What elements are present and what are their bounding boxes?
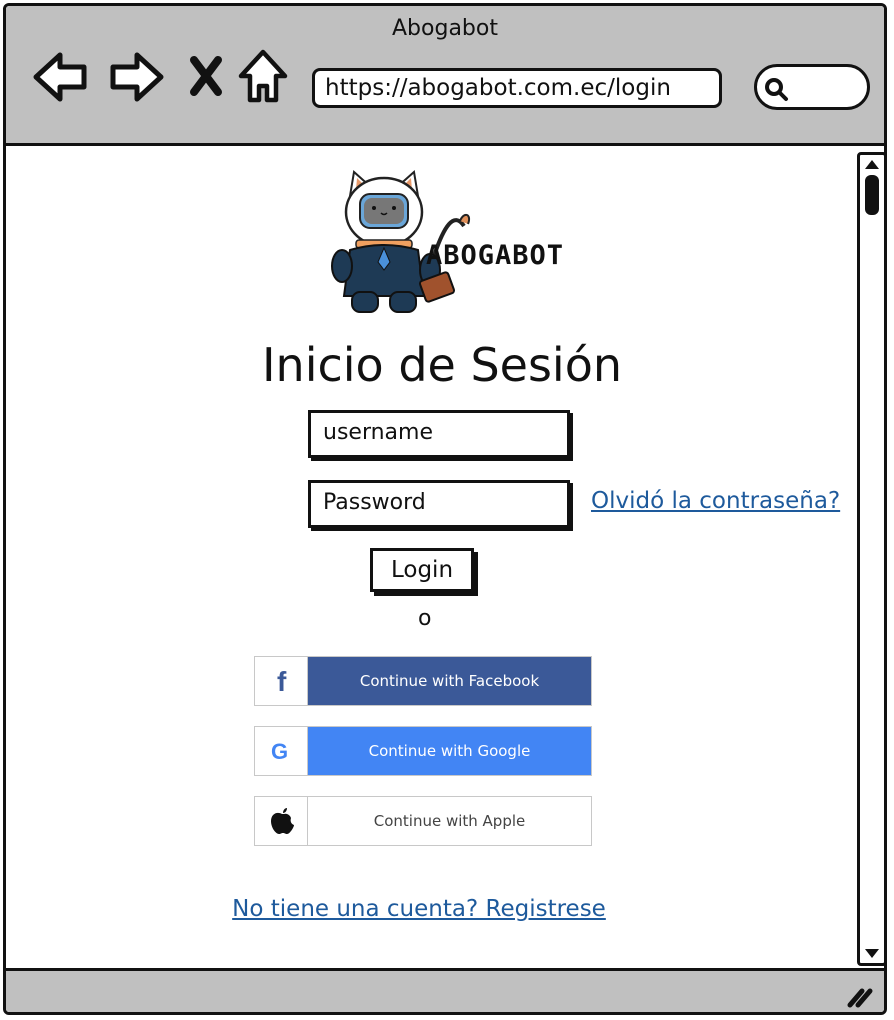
apple-icon (255, 797, 308, 845)
home-button[interactable] (237, 48, 289, 110)
scroll-down-icon[interactable] (860, 943, 884, 963)
arrow-right-icon (110, 52, 164, 102)
apple-button-label: Continue with Apple (308, 797, 591, 845)
login-button[interactable]: Login (370, 548, 474, 592)
register-link[interactable]: No tiene una cuenta? Registrese (6, 896, 832, 922)
search-box[interactable] (754, 64, 870, 110)
resize-handle-icon[interactable] (844, 983, 874, 1009)
username-input[interactable]: username (308, 410, 570, 458)
home-icon (238, 49, 288, 103)
logo-text: ABOGABOT (426, 240, 565, 271)
status-bar (6, 968, 884, 1012)
google-login-button[interactable]: G Continue with Google (254, 726, 592, 776)
google-icon: G (255, 727, 308, 775)
svg-text:G: G (271, 739, 288, 764)
facebook-button-label: Continue with Facebook (308, 657, 591, 705)
svg-text:f: f (277, 666, 287, 697)
back-button[interactable] (32, 50, 92, 108)
apple-login-button[interactable]: Continue with Apple (254, 796, 592, 846)
address-bar[interactable]: https://abogabot.com.ec/login (312, 68, 722, 108)
search-icon (765, 78, 788, 101)
abogabot-logo: ABOGABOT (326, 166, 576, 316)
browser-toolbar: Abogabot https://abogabot.com.ec/login (6, 6, 884, 146)
google-button-label: Continue with Google (308, 727, 591, 775)
forward-button[interactable] (107, 50, 167, 108)
password-input[interactable]: Password (308, 480, 570, 528)
browser-window: Abogabot https://abogabot.com.ec/login A… (3, 3, 887, 1015)
scroll-up-icon[interactable] (860, 155, 884, 175)
vertical-scrollbar[interactable] (857, 152, 884, 966)
page-title: Inicio de Sesión (261, 338, 622, 392)
facebook-login-button[interactable]: f Continue with Facebook (254, 656, 592, 706)
arrow-left-icon (33, 52, 87, 102)
stop-button[interactable] (186, 54, 226, 102)
window-title: Abogabot (392, 16, 498, 41)
facebook-icon: f (255, 657, 308, 705)
page-content: ABOGABOT Inicio de Sesión username Passw… (6, 146, 884, 968)
forgot-password-link[interactable]: Olvidó la contraseña? (591, 488, 840, 514)
separator-text: o (418, 606, 432, 631)
close-icon (190, 56, 222, 96)
scroll-thumb[interactable] (865, 175, 879, 215)
